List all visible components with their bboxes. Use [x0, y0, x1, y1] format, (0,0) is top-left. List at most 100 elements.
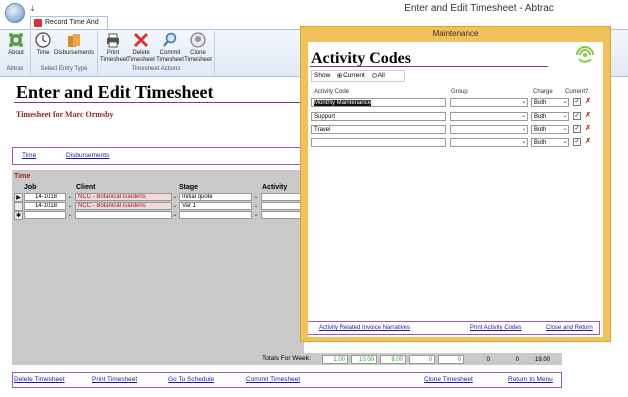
total-value: 8.00	[380, 355, 406, 364]
column-header-current: Current?	[565, 89, 589, 95]
activity-code-cell[interactable]: Travel	[311, 125, 446, 134]
window-title: Enter and Edit Timesheet - Abtrac	[404, 3, 554, 14]
close-and-return-link[interactable]: Close and Return	[546, 325, 593, 331]
title-divider	[14, 102, 304, 103]
column-header-activity-code: Activity Code	[314, 89, 350, 95]
return-to-menu-link[interactable]: Return to Menu	[508, 376, 553, 383]
bag-icon	[68, 34, 80, 47]
clone-timesheet-link[interactable]: Clone Timesheet	[424, 376, 473, 383]
time-button[interactable]: Time	[33, 31, 53, 57]
chevron-down-icon[interactable]: ⌄	[520, 125, 528, 133]
clone-timesheet-button[interactable]: Clone Timesheet	[184, 31, 212, 64]
total-value: 1.00	[322, 355, 348, 364]
commit-timesheet-button[interactable]: Commit Timesheet	[156, 31, 184, 64]
magnifier-icon	[163, 32, 177, 47]
chevron-down-icon[interactable]: ⌄	[561, 112, 569, 120]
current-checkbox[interactable]: ✓	[573, 138, 581, 146]
record-icon	[34, 19, 42, 27]
delete-icon	[133, 32, 149, 48]
section-label-time: Time	[14, 173, 31, 180]
chevron-down-icon[interactable]: ⌄	[520, 112, 528, 120]
activity-invoice-narratives-link[interactable]: Activity Related Invoice Narratives	[319, 325, 410, 331]
chevron-down-icon[interactable]: ⌄	[66, 193, 74, 201]
activity-cell[interactable]	[261, 202, 303, 210]
tab-time[interactable]: Time	[22, 152, 36, 159]
total-value: 0	[467, 355, 493, 364]
column-header-group: Group	[451, 89, 468, 95]
chevron-down-icon[interactable]: ⌄	[561, 125, 569, 133]
delete-row-icon[interactable]: ✗	[584, 112, 592, 120]
delete-row-icon[interactable]: ✗	[584, 138, 592, 146]
chevron-down-icon[interactable]: ⌄	[171, 202, 179, 210]
total-value: 0	[496, 355, 522, 364]
grand-total-value: 19.00	[525, 355, 553, 364]
stage-cell[interactable]: Initial quote	[179, 193, 252, 201]
timesheet-owner: Timesheet for Marc Ormsby	[16, 110, 114, 119]
stage-cell-new[interactable]	[179, 211, 252, 219]
clock-icon	[35, 32, 51, 48]
tab-disbursements[interactable]: Disbursements	[66, 152, 109, 159]
group-label-select-entry-type: Select Entry Type	[40, 66, 88, 72]
group-cell[interactable]	[450, 125, 528, 134]
go-to-schedule-link[interactable]: Go To Schedule	[168, 376, 214, 383]
group-cell[interactable]	[450, 98, 528, 107]
delete-row-icon[interactable]: ✗	[584, 125, 592, 133]
chevron-down-icon[interactable]: ⌄	[66, 211, 74, 219]
chevron-down-icon[interactable]: ⌄	[171, 193, 179, 201]
print-activity-codes-link[interactable]: Print Activity Codes	[470, 325, 522, 331]
total-value: 0	[409, 355, 435, 364]
chevron-down-icon[interactable]: ⌄	[561, 138, 569, 146]
chevron-down-icon[interactable]: ⌄	[252, 202, 260, 210]
chevron-down-icon[interactable]: ⌄	[66, 202, 74, 210]
print-timesheet-link[interactable]: Print Timesheet	[92, 376, 137, 383]
radio-all[interactable]	[371, 73, 377, 78]
gear-icon	[9, 33, 23, 47]
row-selector[interactable]	[14, 202, 23, 211]
chevron-down-icon[interactable]: ⌄	[252, 211, 260, 219]
chevron-down-icon[interactable]: ⌄	[520, 98, 528, 106]
chevron-down-icon[interactable]: ⌄	[171, 211, 179, 219]
column-header-client: Client	[76, 184, 96, 191]
column-header-activity: Activity	[262, 184, 288, 191]
chevron-down-icon[interactable]: ⌄	[520, 138, 528, 146]
commit-timesheet-link[interactable]: Commit Timesheet	[246, 376, 300, 383]
job-cell[interactable]: 14-1018	[24, 202, 66, 210]
show-filter: Show Current All	[311, 70, 405, 82]
job-cell[interactable]: 14-1018	[24, 193, 66, 201]
group-label-abtrac: Abtrac	[6, 66, 24, 72]
client-cell-new[interactable]	[75, 211, 172, 219]
group-label-timesheet-actions: Timesheet Actions	[131, 66, 181, 72]
activity-cell[interactable]	[261, 193, 303, 201]
activity-code-cell-new[interactable]	[311, 138, 446, 147]
job-cell-new[interactable]	[24, 211, 66, 219]
logo-icon	[576, 46, 594, 63]
delete-row-icon[interactable]: ✗	[584, 98, 592, 106]
current-checkbox[interactable]: ✓	[573, 98, 581, 106]
group-cell[interactable]	[450, 112, 528, 121]
current-checkbox[interactable]: ✓	[573, 112, 581, 120]
client-cell[interactable]: NCC - Botanical Gardens	[75, 202, 172, 210]
stage-cell[interactable]: Var 1	[179, 202, 252, 210]
printer-icon	[107, 33, 119, 48]
total-value: 10.00	[351, 355, 377, 364]
activity-code-cell[interactable]: Support	[311, 112, 446, 121]
chevron-down-icon[interactable]: ⌄	[561, 98, 569, 106]
delete-timesheet-button[interactable]: Delete Timesheet	[127, 31, 155, 64]
client-cell[interactable]: NCC - Botanical Gardens	[75, 193, 172, 201]
popup-content	[308, 42, 603, 337]
delete-timesheet-link[interactable]: Delete Timesheet	[14, 376, 65, 383]
about-button[interactable]: About	[5, 31, 27, 57]
current-checkbox[interactable]: ✓	[573, 125, 581, 133]
activity-cell-new[interactable]	[261, 211, 303, 219]
group-cell-new[interactable]	[450, 138, 528, 147]
page-title: Enter and Edit Timesheet	[16, 82, 214, 102]
new-row-selector[interactable]: ✱	[14, 211, 23, 220]
disbursements-button[interactable]: Disbursements	[54, 31, 94, 57]
radio-current[interactable]	[337, 73, 343, 78]
clone-icon	[190, 32, 206, 48]
chevron-down-icon[interactable]: ⌄	[252, 193, 260, 201]
row-selector[interactable]: ▶	[14, 193, 23, 202]
activity-code-cell[interactable]: Monthly Maintenance	[311, 98, 446, 107]
print-timesheet-button[interactable]: Print Timesheet	[100, 31, 128, 64]
tab-record-time-and-cost[interactable]: Record Time And Cost	[30, 16, 108, 38]
